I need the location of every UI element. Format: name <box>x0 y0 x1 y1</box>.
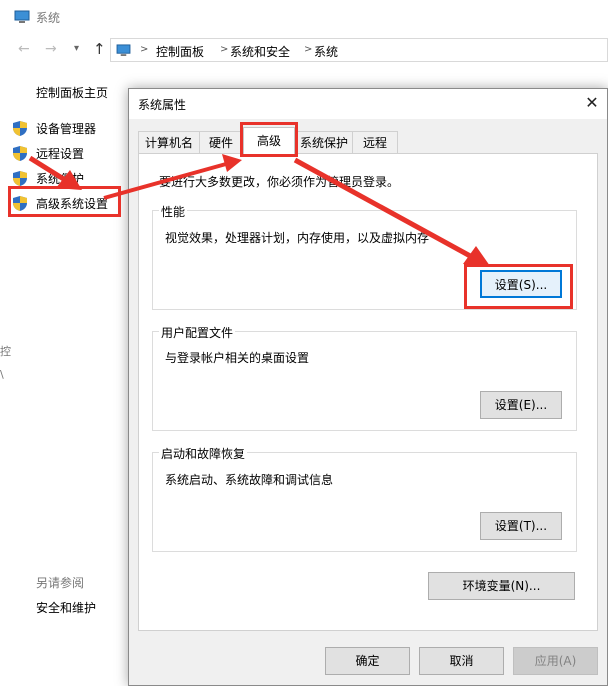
sidebar-item-label: 远程设置 <box>36 146 85 161</box>
breadcrumb-control-panel[interactable]: 控制面板 <box>156 43 204 60</box>
shield-icon <box>13 170 27 186</box>
clipped-text: \ <box>0 368 4 381</box>
tab-remote[interactable]: 远程 <box>352 131 398 153</box>
clipped-text: 控 <box>0 345 11 358</box>
computer-icon <box>14 10 30 23</box>
environment-variables-button[interactable]: 环境变量(N)... <box>428 572 575 600</box>
chevron-down-icon[interactable]: ▾ <box>74 43 79 54</box>
performance-title: 性能 <box>159 203 188 220</box>
security-maintenance-link[interactable]: 安全和维护 <box>36 599 96 616</box>
sidebar-control-panel-home[interactable]: 控制面板主页 <box>36 84 108 101</box>
sidebar-item-remote-settings[interactable]: 远程设置 <box>12 142 84 164</box>
tab-computer-name[interactable]: 计算机名 <box>138 131 200 153</box>
computer-icon <box>116 44 131 56</box>
breadcrumb-system-security[interactable]: 系统和安全 <box>230 43 290 60</box>
annotation-highlight-box <box>8 186 121 217</box>
see-also-heading: 另请参阅 <box>36 576 85 590</box>
tab-hardware[interactable]: 硬件 <box>199 131 243 153</box>
up-arrow-icon[interactable]: ↑ <box>93 40 106 58</box>
close-icon[interactable]: ✕ <box>580 92 604 114</box>
apply-button[interactable]: 应用(A) <box>513 647 598 675</box>
cancel-button[interactable]: 取消 <box>419 647 504 675</box>
startup-recovery-description: 系统启动、系统故障和调试信息 <box>165 473 334 487</box>
chevron-right-icon[interactable]: > <box>220 44 228 55</box>
dialog-title: 系统属性 <box>138 98 187 112</box>
user-profiles-settings-button[interactable]: 设置(E)... <box>480 391 562 419</box>
system-window-titlebar <box>0 0 608 34</box>
sidebar-item-label: 设备管理器 <box>36 121 97 136</box>
chevron-right-icon[interactable]: > <box>140 44 148 55</box>
breadcrumb-system[interactable]: 系统 <box>314 43 338 60</box>
ok-button[interactable]: 确定 <box>325 647 410 675</box>
user-profiles-title: 用户配置文件 <box>159 324 236 341</box>
startup-recovery-settings-button[interactable]: 设置(T)... <box>480 512 562 540</box>
sidebar-item-label: 系统保护 <box>36 171 85 186</box>
tab-system-protection[interactable]: 系统保护 <box>295 131 353 153</box>
shield-icon <box>13 120 27 136</box>
performance-description: 视觉效果，处理器计划，内存使用，以及虚拟内存 <box>165 231 430 245</box>
startup-recovery-title: 启动和故障恢复 <box>159 445 248 462</box>
sidebar-item-device-manager[interactable]: 设备管理器 <box>12 117 96 139</box>
admin-note: 要进行大多数更改，你必须作为管理员登录。 <box>159 175 400 189</box>
shield-icon <box>13 145 27 161</box>
tab-advanced[interactable]: 高级 <box>243 127 295 154</box>
window-title: 系统 <box>36 11 61 25</box>
forward-arrow-icon[interactable]: → <box>45 41 57 57</box>
user-profiles-description: 与登录帐户相关的桌面设置 <box>165 351 310 365</box>
back-arrow-icon[interactable]: ← <box>18 41 30 57</box>
dialog-titlebar <box>129 89 607 119</box>
annotation-highlight-box <box>464 264 573 309</box>
chevron-right-icon[interactable]: > <box>304 44 312 55</box>
